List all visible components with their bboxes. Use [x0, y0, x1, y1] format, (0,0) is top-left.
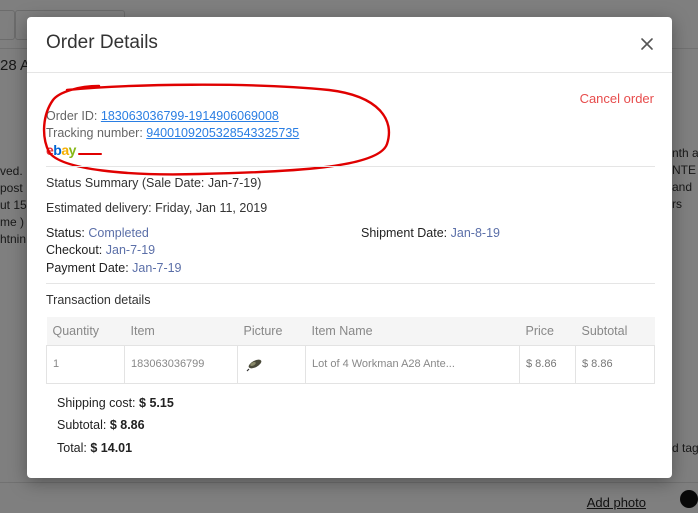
- item-thumbnail-icon[interactable]: [244, 354, 266, 372]
- shipping-cost-label: Shipping cost:: [57, 396, 136, 410]
- payment-value: Jan-7-19: [132, 261, 182, 275]
- column-header: Item: [124, 317, 238, 345]
- subtotal-row: Subtotal: $ 8.86: [57, 418, 145, 432]
- status-summary: Status Summary (Sale Date: Jan-7-19): [46, 176, 262, 190]
- cancel-order-button[interactable]: Cancel order: [580, 91, 654, 106]
- shipping-cost-value: $ 5.15: [139, 396, 174, 410]
- subtotal-label: Subtotal:: [57, 418, 107, 432]
- tracking-row: Tracking number: 9400109205328543325735: [46, 125, 299, 142]
- column-header: Item Name: [305, 317, 520, 345]
- order-id-label: Order ID:: [46, 109, 98, 123]
- close-icon[interactable]: [640, 37, 654, 51]
- price-cell: $ 8.86: [519, 344, 576, 384]
- shipping-cost-row: Shipping cost: $ 5.15: [57, 396, 174, 410]
- status-row: Status: Completed: [46, 226, 149, 240]
- order-id-row: Order ID: 183063036799-1914906069008: [46, 108, 299, 125]
- shipment-label: Shipment Date:: [361, 226, 448, 240]
- payment-label: Payment Date:: [46, 261, 129, 275]
- order-id-link[interactable]: 183063036799-1914906069008: [101, 109, 279, 123]
- modal-header: Order Details: [27, 17, 672, 73]
- column-header: Subtotal: [575, 317, 655, 345]
- transaction-table: Quantity Item Picture Item Name Price Su…: [46, 317, 655, 384]
- checkout-value: Jan-7-19: [105, 243, 156, 257]
- tracking-number-link[interactable]: 9400109205328543325735: [146, 126, 299, 140]
- item-cell: 183063036799: [124, 344, 238, 384]
- column-header: Price: [519, 317, 576, 345]
- column-header: Quantity: [46, 317, 125, 345]
- item-name-cell[interactable]: Lot of 4 Workman A28 Ante...: [305, 344, 520, 384]
- table-header-row: Quantity Item Picture Item Name Price Su…: [46, 317, 655, 345]
- total-label: Total:: [57, 441, 87, 455]
- estimated-delivery: Estimated delivery: Friday, Jan 11, 2019: [46, 201, 268, 215]
- subtotal-value: $ 8.86: [109, 418, 145, 432]
- divider: [46, 283, 655, 284]
- transaction-heading: Transaction details: [46, 293, 151, 307]
- payment-row: Payment Date: Jan-7-19: [46, 261, 182, 275]
- tracking-label: Tracking number:: [46, 126, 143, 140]
- status-value: Completed: [88, 226, 149, 240]
- order-identifiers: Order ID: 183063036799-1914906069008 Tra…: [46, 108, 299, 142]
- order-details-modal: Order Details Cancel order Order ID: 183…: [27, 17, 672, 478]
- shipment-row: Shipment Date: Jan-8-19: [361, 226, 500, 240]
- total-row: Total: $ 14.01: [57, 441, 132, 455]
- column-header: Picture: [237, 317, 306, 345]
- status-label: Status:: [46, 226, 85, 240]
- total-value: $ 14.01: [90, 441, 133, 455]
- subtotal-cell: $ 8.86: [575, 344, 655, 384]
- checkout-label: Checkout:: [46, 243, 103, 257]
- table-row: 1 183063036799 Lot of 4 Workman A28 Ante…: [46, 344, 655, 384]
- quantity-cell: 1: [46, 344, 125, 384]
- ebay-logo: ebay: [46, 142, 76, 158]
- checkout-row: Checkout: Jan-7-19: [46, 243, 155, 257]
- divider: [46, 166, 655, 167]
- shipment-value: Jan-8-19: [450, 226, 500, 240]
- picture-cell: [237, 344, 306, 384]
- modal-title: Order Details: [46, 32, 158, 53]
